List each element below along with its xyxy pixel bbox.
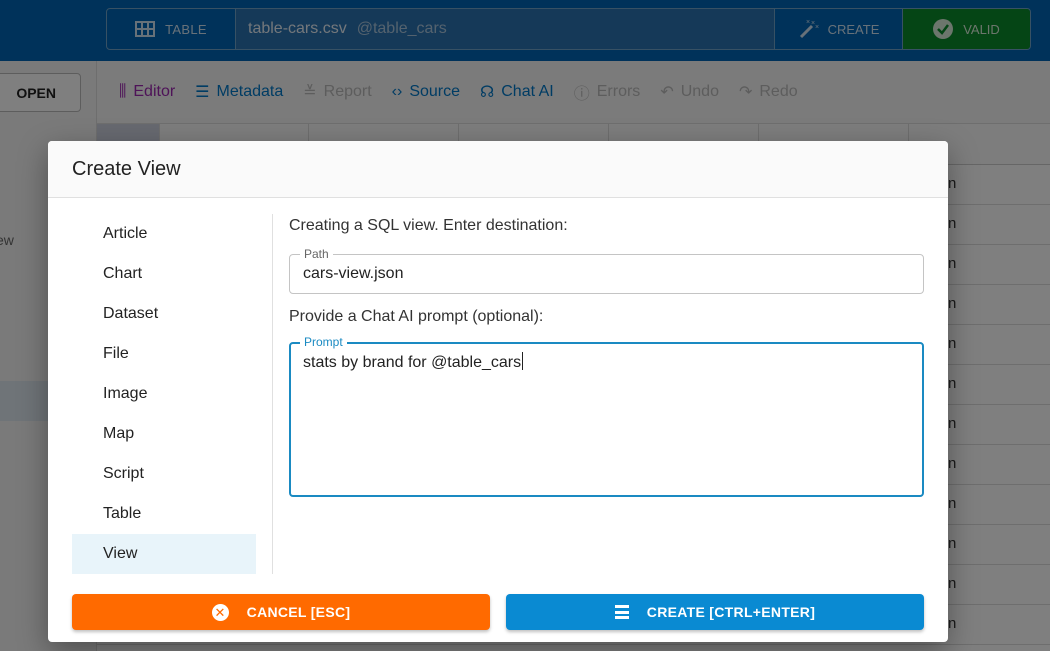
destination-hint: Creating a SQL view. Enter destination: [289,217,568,234]
prompt-hint: Provide a Chat AI prompt (optional): [289,308,544,325]
menu-item-image[interactable]: Image [72,374,256,414]
prompt-textarea[interactable]: stats by brand for @table_cars [303,352,524,372]
close-circle-icon: ✕ [211,603,229,621]
dialog-body: Article Chart Dataset File Image Map Scr… [48,198,948,578]
cancel-label: CANCEL [ESC] [246,604,351,620]
menu-item-article[interactable]: Article [72,214,256,254]
path-input[interactable]: cars-view.json [303,265,403,283]
menu-item-dataset[interactable]: Dataset [72,294,256,334]
menu-item-script[interactable]: Script [72,454,256,494]
create-view-button[interactable]: CREATE [CTRL+ENTER] [506,594,924,630]
text-caret [522,352,524,370]
menu-item-chart[interactable]: Chart [72,254,256,294]
dialog-footer: ✕ CANCEL [ESC] CREATE [CTRL+ENTER] [72,594,924,630]
dialog-header: Create View [48,141,948,198]
prompt-text: stats by brand for @table_cars [303,354,522,371]
create-view-dialog: Create View Article Chart Dataset File I… [48,141,948,642]
path-field[interactable]: Path cars-view.json [289,247,924,294]
create-view-label: CREATE [CTRL+ENTER] [646,604,816,620]
divider [272,214,273,574]
path-label: Path [300,247,333,261]
menu-item-view[interactable]: View [72,534,256,574]
cancel-button[interactable]: ✕ CANCEL [ESC] [72,594,490,630]
prompt-field[interactable]: Prompt stats by brand for @table_cars [289,335,924,497]
menu-item-file[interactable]: File [72,334,256,374]
type-menu: Article Chart Dataset File Image Map Scr… [72,214,256,574]
menu-item-table[interactable]: Table [72,494,256,534]
create-icon [614,605,629,619]
dialog-title: Create View [72,157,181,180]
menu-item-map[interactable]: Map [72,414,256,454]
dialog-content: Creating a SQL view. Enter destination: … [289,214,924,497]
prompt-label: Prompt [300,335,347,349]
